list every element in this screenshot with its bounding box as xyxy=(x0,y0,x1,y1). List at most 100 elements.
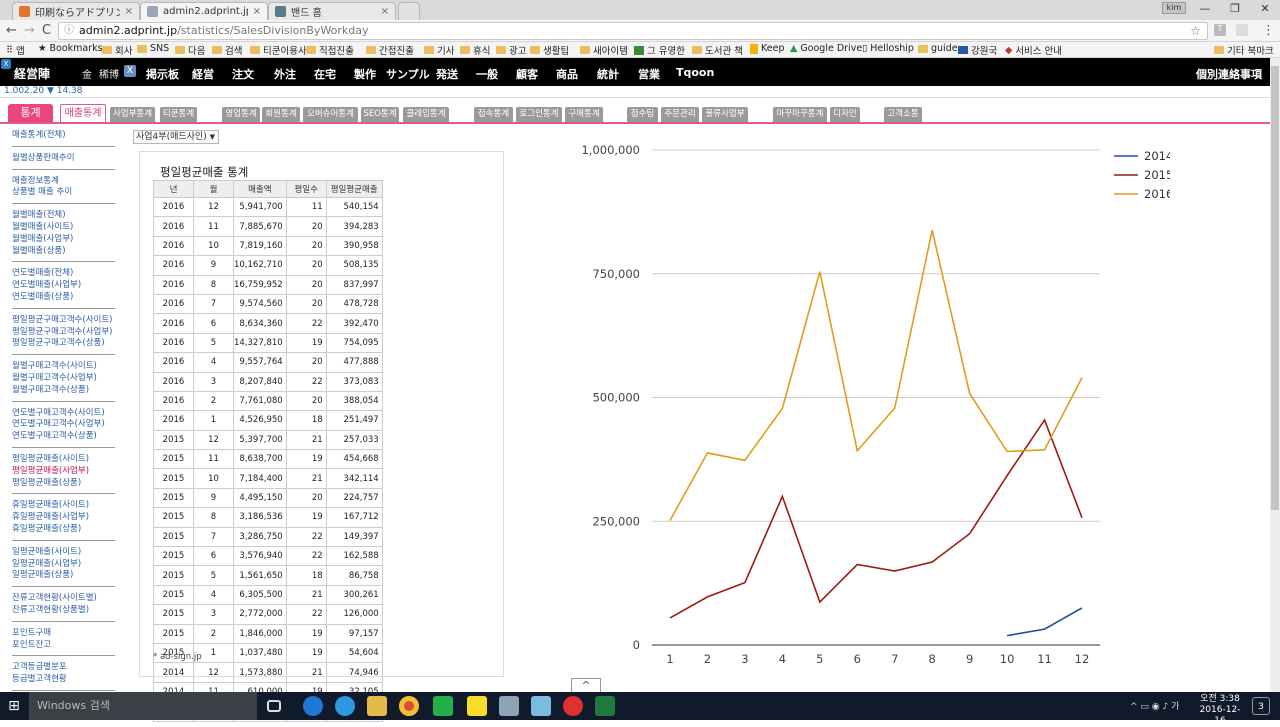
kakaotalk-icon[interactable] xyxy=(467,696,487,716)
bookmark-item[interactable]: ★ Bookmarks xyxy=(38,43,103,54)
system-clock[interactable]: 오전 3:38 2016-12-16 xyxy=(1194,694,1246,727)
tab-claim-stats[interactable]: 클레임통계 xyxy=(403,107,449,122)
chrome-icon[interactable] xyxy=(399,696,419,716)
sidebar-link[interactable]: 연도별구매고객수(사이트) xyxy=(12,408,115,420)
tab-purchase-stats[interactable]: 구매통계 xyxy=(565,107,603,122)
maximize-icon[interactable]: ❐ xyxy=(1220,0,1250,18)
menu-item[interactable]: 在宅 xyxy=(314,66,336,82)
sidebar-link[interactable]: 월별매출(상품) xyxy=(12,246,115,258)
bookmark-folder[interactable]: 회사 xyxy=(102,43,132,57)
minimize-icon[interactable]: — xyxy=(1190,0,1220,18)
tab-seo-stats[interactable]: SEO통계 xyxy=(361,107,399,122)
bookmark-item[interactable]: ▲ Google Drive xyxy=(790,43,862,54)
bookmark-folder-other[interactable]: 기타 북마크 xyxy=(1214,43,1274,57)
sidebar-link[interactable]: 휴일평균매출(사업부) xyxy=(12,512,115,524)
sidebar-link[interactable]: 연도별매출(사업부) xyxy=(12,280,115,292)
tab-member-stats[interactable]: 회원통계 xyxy=(262,107,300,122)
tab-makku-stats[interactable]: 마꾸마꾸통계 xyxy=(773,107,827,122)
bookmark-item[interactable]: 강원국 xyxy=(958,43,997,57)
bookmark-folder[interactable]: 티쿤이용사 xyxy=(250,43,307,57)
tab-design[interactable]: 디자인 xyxy=(830,107,860,122)
individual-notice-link[interactable]: 個別連絡事項 xyxy=(1196,66,1262,82)
sidebar-link[interactable]: 평일평균매출(사이트) xyxy=(12,454,115,466)
division-select[interactable]: 사업4부(애드사인) ▼ xyxy=(133,130,219,144)
bookmark-item[interactable]: Keep xyxy=(750,43,784,54)
sidebar-link[interactable]: 평일평균구매고객수(사업부) xyxy=(12,327,115,339)
extension-icon[interactable]: T xyxy=(1214,24,1226,36)
bookmark-folder[interactable]: 직접진출 xyxy=(306,43,354,57)
sidebar-link[interactable]: 월별매출(사업부) xyxy=(12,234,115,246)
menu-item[interactable]: 掲示板 xyxy=(146,66,179,82)
menu-item[interactable]: 製作 xyxy=(354,66,376,82)
bookmark-item[interactable]: ▯ Helloship xyxy=(862,43,914,54)
menu-item[interactable]: 商品 xyxy=(556,66,578,82)
line-icon[interactable] xyxy=(433,696,453,716)
sidebar-link[interactable]: 월별구매고객수(상품) xyxy=(12,385,115,397)
sidebar-link[interactable]: 매출통계(전체) xyxy=(12,130,115,142)
menu-item[interactable]: 発送 xyxy=(436,66,458,82)
notification-icon[interactable]: 3 xyxy=(1252,697,1270,715)
tab-access-stats[interactable]: 접속통계 xyxy=(474,107,513,122)
sidebar-link[interactable]: 연도별구매고객수(사업부) xyxy=(12,419,115,431)
scrollbar-thumb[interactable] xyxy=(1271,66,1279,510)
bookmark-folder[interactable]: 도서관 책 xyxy=(692,43,743,57)
menu-item[interactable]: 外注 xyxy=(274,66,296,82)
bookmark-item[interactable]: ◆ 서비스 안내 xyxy=(1005,43,1062,58)
menu-item[interactable]: Tqoon xyxy=(676,66,714,79)
tab-tqoon-stats[interactable]: 티쿤통계 xyxy=(160,107,197,122)
sidebar-link[interactable]: 매출정보통계 xyxy=(12,176,115,188)
tab-sales-stats[interactable]: 매출통계 xyxy=(60,104,106,122)
bookmark-folder[interactable]: 휴식 xyxy=(460,43,490,57)
sidebar-link[interactable]: 휴일평균매출(상품) xyxy=(12,524,115,536)
page-scrollbar[interactable] xyxy=(1270,58,1280,692)
sidebar-link[interactable]: 평일평균매출(상품) xyxy=(12,478,115,490)
app-logo[interactable]: 経営陣 xyxy=(14,65,50,82)
windows-start-icon[interactable]: ⊞ xyxy=(0,692,28,720)
tray-icons[interactable]: ^ ▭ ◉ ♪ 가 xyxy=(1130,700,1186,714)
media-icon[interactable] xyxy=(563,696,583,716)
sidebar-link[interactable]: 월별구매고객수(사업부) xyxy=(12,373,115,385)
bookmark-folder[interactable]: 생활팁 xyxy=(530,43,569,57)
address-bar[interactable]: ⓘ admin2.adprint.jp/statistics/SalesDivi… xyxy=(58,22,1208,40)
reload-icon[interactable]: C xyxy=(42,23,51,38)
sidebar-link[interactable]: 일평균매출(상품) xyxy=(12,570,115,582)
excel-icon[interactable] xyxy=(595,696,615,716)
app-x-icon[interactable]: X xyxy=(1,59,11,69)
close-tab-icon[interactable]: × xyxy=(125,6,133,17)
user-badge[interactable]: X xyxy=(124,65,136,77)
menu-item[interactable]: 営業 xyxy=(638,66,660,82)
new-tab-button[interactable] xyxy=(398,2,420,20)
tab-business-stats[interactable]: 영업통계 xyxy=(222,107,260,122)
tab-login-stats[interactable]: 로그인통계 xyxy=(516,107,562,122)
bookmark-apps[interactable]: ⠿ 앱 xyxy=(6,43,25,58)
sidebar-link[interactable]: 상품별 매출 추이 xyxy=(12,187,115,199)
sidebar-link[interactable]: 연도별매출(상품) xyxy=(12,292,115,304)
sidebar-link[interactable]: 월별구매고객수(사이트) xyxy=(12,361,115,373)
browser-tab-adprint[interactable]: 印刷ならアドプリント × xyxy=(12,2,140,20)
sidebar-link[interactable]: 월별매출(전체) xyxy=(12,210,115,222)
sidebar-link[interactable]: 잔류고객현황(상품별) xyxy=(12,605,115,617)
edge-icon[interactable] xyxy=(303,696,323,716)
profile-button[interactable]: kim xyxy=(1162,2,1186,14)
menu-item[interactable]: 注文 xyxy=(232,66,254,82)
bookmark-folder[interactable]: 광고 xyxy=(496,43,526,57)
sidebar-link[interactable]: 연도별매출(전체) xyxy=(12,268,115,280)
sidebar-link[interactable]: 평일평균매출(사업부) xyxy=(12,466,115,478)
close-tab-icon[interactable]: × xyxy=(253,6,261,17)
ie-icon[interactable] xyxy=(335,696,355,716)
menu-item[interactable]: 経営 xyxy=(192,66,214,82)
bookmark-folder[interactable]: guide xyxy=(918,43,958,54)
browser-tab-admin[interactable]: admin2.adprint.jp/statis × xyxy=(140,2,268,20)
forward-icon[interactable]: → xyxy=(24,23,35,38)
tab-logistics[interactable]: 물류사업부 xyxy=(702,107,748,122)
tab-order-management[interactable]: 주문관리 xyxy=(661,107,699,122)
sidebar-link[interactable]: 포인트잔고 xyxy=(12,640,115,652)
tab-division-stats[interactable]: 사업부통계 xyxy=(110,107,155,122)
menu-item[interactable]: 顧客 xyxy=(516,66,538,82)
sidebar-link[interactable]: 일평균매출(사업부) xyxy=(12,559,115,571)
menu-icon[interactable]: ⋮ xyxy=(1262,23,1275,38)
info-icon[interactable]: ⓘ xyxy=(64,23,74,39)
extension-icon-2[interactable] xyxy=(1236,24,1248,36)
task-view-icon[interactable] xyxy=(267,700,281,712)
sidebar-link[interactable]: 평일평균구매고객수(상품) xyxy=(12,338,115,350)
